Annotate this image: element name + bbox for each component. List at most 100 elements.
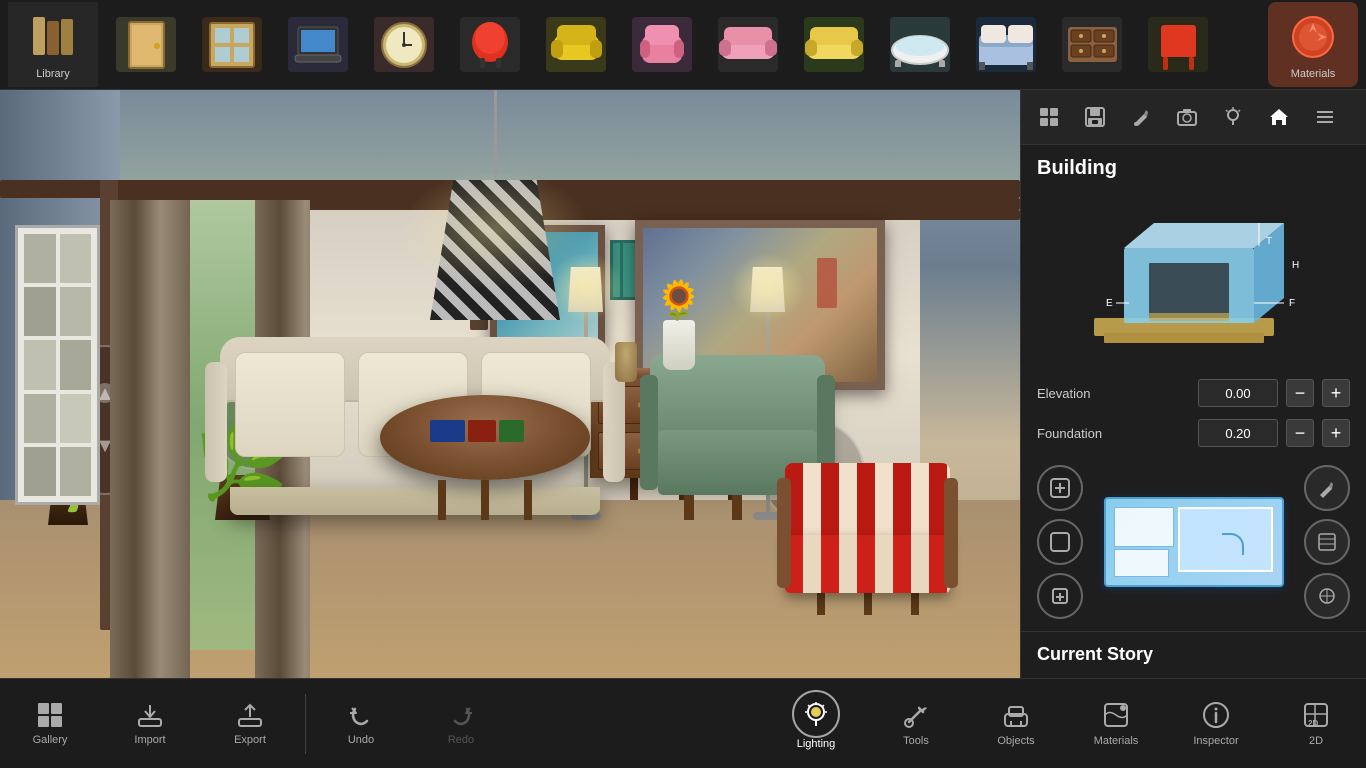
furniture-pink-sofa[interactable] <box>708 5 788 85</box>
copy-btn[interactable] <box>1037 573 1083 619</box>
brush-btn[interactable] <box>1304 465 1350 511</box>
lighting-icon-container <box>800 698 832 733</box>
gallery-label: Gallery <box>33 734 68 746</box>
furniture-laptop[interactable] <box>278 5 358 85</box>
coffee-table-top <box>380 395 590 480</box>
2d-icon: 2D <box>1301 700 1331 730</box>
action-buttons-row <box>1021 453 1366 631</box>
floor-plan-preview[interactable] <box>1104 497 1284 587</box>
bottom-redo-btn[interactable]: Redo <box>411 681 511 766</box>
elevation-plus-btn[interactable]: + <box>1322 379 1350 407</box>
wall-art-tile <box>24 287 56 336</box>
books <box>430 420 524 442</box>
bottom-materials-btn[interactable]: Materials <box>1066 681 1166 766</box>
bottom-gallery-btn[interactable]: Gallery <box>0 681 100 766</box>
inspector-label: Inspector <box>1193 735 1238 747</box>
bottom-import-btn[interactable]: Import <box>100 681 200 766</box>
wall-art-tile <box>60 234 92 283</box>
library-button[interactable]: Library <box>8 2 98 87</box>
foundation-row: Foundation − + <box>1021 413 1366 453</box>
bottom-tools-btn[interactable]: Tools <box>866 681 966 766</box>
sofa-cushion-1 <box>235 352 345 457</box>
svg-text:F: F <box>1289 298 1295 309</box>
objects-label: Objects <box>997 735 1034 747</box>
furniture-pink-chair[interactable] <box>622 5 702 85</box>
striped-chair-back <box>785 463 950 543</box>
furniture-yellow-sofa[interactable] <box>794 5 874 85</box>
floor-plan-preview-container <box>1104 497 1284 587</box>
flowers: 🌻 <box>655 282 702 320</box>
furniture-yellow-armchair[interactable] <box>536 5 616 85</box>
current-story-title: Current Story <box>1021 631 1366 673</box>
bottom-2d-btn[interactable]: 2D 2D <box>1266 681 1366 766</box>
book-blue <box>430 420 465 442</box>
wall-art-tile <box>24 447 56 496</box>
rt-home-btn[interactable] <box>1256 94 1302 140</box>
furniture-scroll <box>98 5 1268 85</box>
fp-door <box>1222 533 1244 555</box>
rt-paint-btn[interactable] <box>1118 94 1164 140</box>
objects-icon <box>1001 700 1031 730</box>
bottom-inspector-btn[interactable]: Inspector <box>1166 681 1266 766</box>
fp-room-3 <box>1114 549 1169 577</box>
svg-text:E: E <box>1106 298 1113 309</box>
building-title: Building <box>1021 145 1366 188</box>
elevation-minus-btn[interactable]: − <box>1286 379 1314 407</box>
elevation-label: Elevation <box>1037 386 1190 401</box>
furniture-clock[interactable] <box>364 5 444 85</box>
wall-art <box>15 225 100 505</box>
wall-art-tile <box>24 234 56 283</box>
add-floor-btn[interactable] <box>1037 465 1083 511</box>
undo-icon <box>347 701 375 729</box>
furniture-bed[interactable] <box>966 5 1046 85</box>
foundation-label: Foundation <box>1037 426 1190 441</box>
sofa-arm-left <box>205 362 227 482</box>
bottom-lighting-btn[interactable]: Lighting <box>766 681 866 766</box>
foundation-minus-btn[interactable]: − <box>1286 419 1314 447</box>
import-icon <box>136 701 164 729</box>
tools-icon <box>901 700 931 730</box>
texture-btn[interactable] <box>1304 519 1350 565</box>
coffee-table <box>380 395 590 520</box>
bottom-objects-btn[interactable]: Objects <box>966 681 1066 766</box>
vase-body <box>663 320 695 370</box>
furniture-simple-chair[interactable] <box>1138 5 1218 85</box>
rt-light-btn[interactable] <box>1210 94 1256 140</box>
foundation-input[interactable] <box>1198 419 1278 447</box>
pendant-lamp <box>430 90 560 320</box>
bottom-toolbar: Gallery Import Export Undo Redo <box>0 678 1366 768</box>
bottom-export-btn[interactable]: Export <box>200 681 300 766</box>
book-green <box>499 420 524 442</box>
pendant-wire <box>494 90 497 180</box>
furniture-door[interactable] <box>106 5 186 85</box>
lighting-label: Lighting <box>797 738 836 750</box>
rt-objects-btn[interactable] <box>1026 94 1072 140</box>
foundation-plus-btn[interactable]: + <box>1322 419 1350 447</box>
wall-art-tile <box>60 447 92 496</box>
fp-room-selected <box>1178 507 1273 572</box>
materials-icon <box>1283 9 1343 64</box>
tools-label: Tools <box>903 735 929 747</box>
materials-label: Materials <box>1291 68 1336 80</box>
striped-chair-arm-right <box>944 478 958 588</box>
rt-list-btn[interactable] <box>1302 94 1348 140</box>
furniture-window[interactable] <box>192 5 272 85</box>
furniture-dresser-top[interactable] <box>1052 5 1132 85</box>
rt-camera-btn[interactable] <box>1164 94 1210 140</box>
view-btn[interactable] <box>1037 519 1083 565</box>
elevation-input[interactable] <box>1198 379 1278 407</box>
export-label: Export <box>234 734 266 746</box>
pendant-glow <box>400 170 590 290</box>
right-action-cluster <box>1304 465 1350 619</box>
room-scene: 🌿 🌱 <box>0 90 1020 680</box>
rt-save-btn[interactable] <box>1072 94 1118 140</box>
bottom-undo-btn[interactable]: Undo <box>311 681 411 766</box>
furniture-red-chair[interactable] <box>450 5 530 85</box>
select-btn[interactable] <box>1304 573 1350 619</box>
materials-button[interactable]: Materials <box>1268 2 1358 87</box>
left-action-cluster <box>1037 465 1083 619</box>
vase-group: 🌻 <box>655 282 702 370</box>
striped-chair-seat <box>785 535 950 593</box>
export-icon <box>236 701 264 729</box>
furniture-bathtub[interactable] <box>880 5 960 85</box>
